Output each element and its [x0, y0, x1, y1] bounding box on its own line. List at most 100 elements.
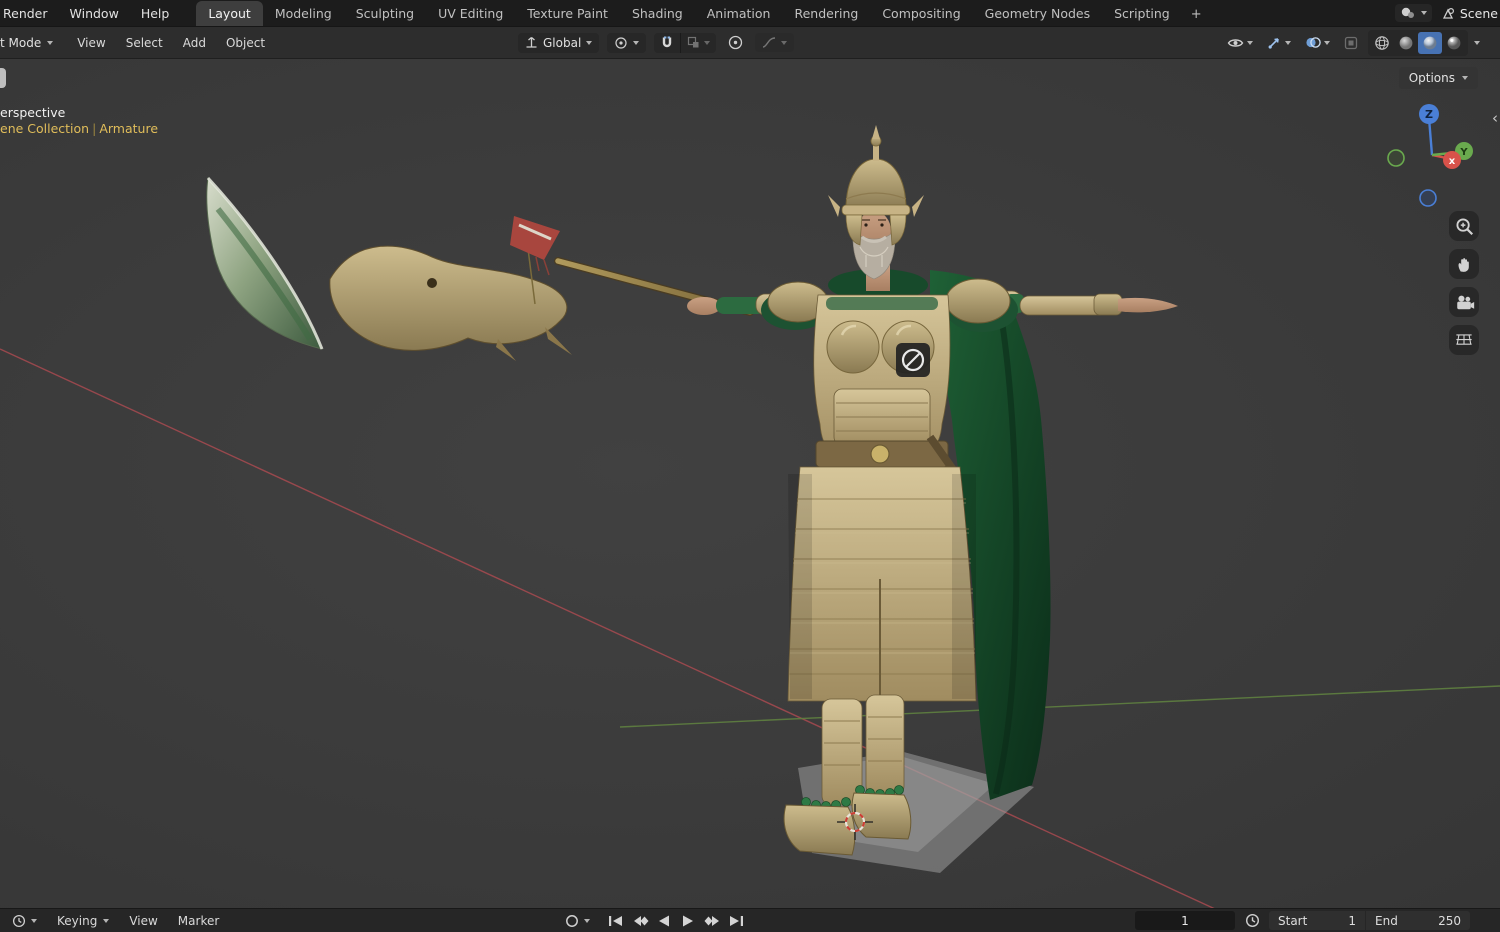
snap-target-dropdown[interactable] [681, 33, 716, 52]
menu-help[interactable]: Help [130, 1, 181, 26]
tab-geometry-nodes[interactable]: Geometry Nodes [973, 1, 1102, 26]
tab-animation[interactable]: Animation [695, 1, 783, 26]
tab-modeling[interactable]: Modeling [263, 1, 344, 26]
menu-render[interactable]: Render [0, 1, 59, 26]
orientation-axes-icon [526, 37, 537, 48]
frame-end-field[interactable]: End 250 [1366, 911, 1470, 930]
chevron-down-icon [31, 918, 37, 923]
keying-label: Keying [57, 913, 98, 928]
tab-texture-paint[interactable]: Texture Paint [515, 1, 620, 26]
gizmos-toggle[interactable] [1263, 32, 1295, 53]
navigation-gizmo[interactable]: Z Y x [1380, 100, 1490, 210]
menu-select[interactable]: Select [116, 30, 173, 56]
viewport-3d[interactable]: erspective ene Collection | Armature Optio… [0, 59, 1500, 908]
gizmo-axis-x[interactable]: x [1443, 151, 1461, 169]
tab-shading[interactable]: Shading [620, 1, 695, 26]
camera-view-button[interactable] [1449, 287, 1479, 317]
overlays-toggle[interactable] [1301, 32, 1334, 53]
chevron-down-icon [704, 40, 711, 45]
svg-text:Y: Y [1459, 147, 1468, 158]
scene-selector[interactable]: Scene [1440, 6, 1498, 21]
shading-material-button[interactable] [1418, 31, 1442, 54]
viewport-menus: View Select Add Object [67, 30, 275, 56]
shading-rendered-button[interactable] [1442, 32, 1466, 54]
timeline-bar: Keying View Marker 1 Start 1 End 250 [0, 908, 1500, 932]
clock-editor-icon [12, 914, 26, 927]
pan-button[interactable] [1449, 249, 1479, 279]
options-button[interactable]: Options [1398, 67, 1478, 89]
tab-sculpting[interactable]: Sculpting [344, 1, 426, 26]
tab-compositing[interactable]: Compositing [870, 1, 972, 26]
viewport-display-controls [1223, 27, 1480, 58]
active-object-breadcrumb: ene Collection | Armature [0, 121, 158, 137]
tab-scripting[interactable]: Scripting [1102, 1, 1182, 26]
gizmo-axis-neg-z[interactable] [1419, 189, 1437, 207]
auto-keying-toggle[interactable] [560, 911, 584, 931]
frame-start-field[interactable]: Start 1 [1269, 911, 1365, 930]
pivot-point-dropdown[interactable] [607, 32, 647, 53]
shading-dropdown-chevron[interactable] [1474, 40, 1480, 45]
viewport-canvas[interactable] [0, 59, 1500, 908]
menu-view[interactable]: View [67, 30, 115, 56]
wireframe-sphere-icon [1375, 35, 1389, 50]
editor-type-dropdown[interactable] [2, 909, 47, 932]
shading-solid-button[interactable] [1394, 32, 1418, 54]
shading-wireframe-button[interactable] [1370, 32, 1394, 54]
axis-line-x [0, 348, 1215, 908]
toolbar-flap[interactable] [0, 68, 6, 88]
falloff-dropdown[interactable] [755, 33, 795, 52]
scene-name: Scene [1459, 5, 1498, 21]
current-frame-field[interactable]: 1 [1135, 911, 1235, 930]
screen-layout-selector[interactable] [1394, 4, 1432, 22]
snap-target-icon [688, 36, 699, 48]
magnet-icon [663, 36, 672, 47]
chevron-down-icon [47, 40, 54, 45]
pivot-point-icon [615, 36, 627, 49]
topbar-right: Scene [1394, 4, 1500, 22]
chevron-down-icon [1420, 11, 1427, 15]
xray-icon [1344, 36, 1358, 49]
character-model[interactable] [687, 125, 1178, 856]
weapon-glaive[interactable] [206, 176, 754, 361]
magnifier-icon [1456, 218, 1474, 236]
xray-toggle[interactable] [1340, 33, 1362, 53]
add-workspace-button[interactable]: + [1182, 3, 1211, 26]
play-button[interactable] [676, 911, 700, 931]
object-mode-dropdown[interactable]: t Mode [0, 36, 61, 50]
snap-toggle[interactable] [654, 33, 680, 53]
keying-dropdown[interactable]: Keying [47, 909, 119, 932]
tab-layout[interactable]: Layout [196, 1, 263, 26]
menu-tl-view[interactable]: View [119, 909, 167, 932]
region-collapse-arrow[interactable]: ‹ [1492, 109, 1498, 127]
jump-start-icon [609, 915, 622, 926]
next-keyframe-button[interactable] [700, 911, 724, 931]
preview-range-toggle[interactable] [1241, 911, 1263, 931]
jump-to-start-button[interactable] [604, 911, 628, 931]
falloff-curve-icon [763, 37, 776, 48]
proportional-editing-toggle[interactable] [724, 32, 747, 53]
visibility-dropdown[interactable] [1223, 33, 1257, 53]
prohibit-cursor-icon [896, 343, 930, 377]
jump-to-end-button[interactable] [724, 911, 748, 931]
tab-uv-editing[interactable]: UV Editing [426, 1, 515, 26]
gizmo-axis-z[interactable]: Z [1419, 104, 1439, 124]
hand-icon [1458, 258, 1469, 272]
chevron-down-icon [586, 40, 593, 45]
auto-keying-dropdown-chevron[interactable] [584, 918, 590, 923]
frame-range-controls: 1 Start 1 End 250 [1135, 911, 1470, 931]
tab-rendering[interactable]: Rendering [782, 1, 870, 26]
clock-icon [1245, 913, 1259, 928]
gizmo-axis-neg-y[interactable] [1387, 149, 1405, 167]
menu-object[interactable]: Object [216, 30, 275, 56]
toggle-orthographic-button[interactable] [1449, 325, 1479, 355]
menu-tl-marker[interactable]: Marker [168, 909, 229, 932]
svg-text:Z: Z [1425, 108, 1433, 121]
zoom-button[interactable] [1449, 211, 1479, 241]
play-reverse-icon [659, 915, 669, 926]
menu-window[interactable]: Window [59, 1, 130, 26]
prev-keyframe-button[interactable] [628, 911, 652, 931]
chevron-down-icon [633, 40, 640, 45]
menu-add[interactable]: Add [173, 30, 216, 56]
transform-orientation-dropdown[interactable]: Global [518, 32, 600, 53]
play-reverse-button[interactable] [652, 911, 676, 931]
